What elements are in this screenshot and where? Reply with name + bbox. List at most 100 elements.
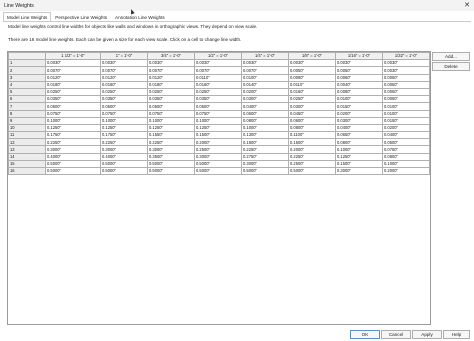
weight-cell[interactable]: 0.0250" <box>288 95 336 104</box>
weight-cell[interactable]: 0.0100" <box>335 95 383 104</box>
weight-cell[interactable]: 0.3000" <box>335 166 383 176</box>
weight-cell[interactable]: 0.2500" <box>194 145 242 154</box>
weight-cell[interactable]: 0.1000" <box>241 123 289 133</box>
weight-cell[interactable]: 0.4000" <box>45 152 101 161</box>
help-button[interactable]: Help <box>443 330 470 339</box>
weight-cell[interactable]: 0.0030" <box>335 59 383 68</box>
weight-cell[interactable]: 0.0120" <box>45 73 101 82</box>
weight-cell[interactable]: 0.5000" <box>241 166 289 176</box>
weight-cell[interactable]: 0.0200" <box>335 109 383 118</box>
weight-cell[interactable]: 0.2000" <box>382 166 430 176</box>
weight-cell[interactable]: 0.0750" <box>100 109 148 118</box>
weight-cell[interactable]: 0.0140" <box>241 80 289 89</box>
weight-cell[interactable]: 0.5000" <box>100 159 148 169</box>
weight-cell[interactable]: 0.0350" <box>194 95 242 104</box>
weight-cell[interactable]: 0.0150" <box>382 116 430 125</box>
weight-cell[interactable]: 0.1500" <box>194 131 242 140</box>
weight-cell[interactable]: 0.1250" <box>147 123 195 133</box>
weight-cell[interactable]: 0.0100" <box>382 102 430 111</box>
weight-cell[interactable]: 0.0070" <box>241 66 289 75</box>
weight-cell[interactable]: 0.0100" <box>241 73 289 82</box>
weight-cell[interactable]: 0.0450" <box>288 109 336 118</box>
weight-cell[interactable]: 0.5000" <box>194 159 242 169</box>
weight-cell[interactable]: 0.3000" <box>100 145 148 154</box>
weight-cell[interactable]: 0.1000" <box>382 159 430 169</box>
weight-cell[interactable]: 0.0050" <box>382 95 430 104</box>
weight-cell[interactable]: 0.0120" <box>147 73 195 82</box>
weight-cell[interactable]: 0.0200" <box>382 123 430 133</box>
weight-cell[interactable]: 0.1550" <box>147 131 195 140</box>
weight-cell[interactable]: 0.0050" <box>382 87 430 97</box>
weight-cell[interactable]: 0.3000" <box>194 152 242 161</box>
weight-cell[interactable]: 0.0800" <box>241 116 289 125</box>
weight-cell[interactable]: 0.0350" <box>45 95 101 104</box>
ok-button[interactable]: OK <box>350 330 380 339</box>
weight-cell[interactable]: 0.0050" <box>288 66 336 75</box>
weight-cell[interactable]: 0.3000" <box>45 145 101 154</box>
weight-cell[interactable]: 0.1000" <box>100 116 148 125</box>
weight-cell[interactable]: 0.0250" <box>100 87 148 97</box>
weight-cell[interactable]: 0.0400" <box>382 131 430 140</box>
weight-cell[interactable]: 0.1000" <box>147 116 195 125</box>
weight-cell[interactable]: 0.0180" <box>147 80 195 89</box>
weight-cell[interactable]: 0.2000" <box>194 138 242 147</box>
weight-cell[interactable]: 0.0120" <box>100 73 148 82</box>
weight-cell[interactable]: 0.0200" <box>241 87 289 97</box>
weight-cell[interactable]: 0.0180" <box>45 80 101 89</box>
weight-cell[interactable]: 0.0500" <box>100 102 148 111</box>
weight-cell[interactable]: 0.3500" <box>147 152 195 161</box>
weight-cell[interactable]: 0.0030" <box>288 59 336 68</box>
weight-cell[interactable]: 0.0300" <box>241 95 289 104</box>
weight-cell[interactable]: 0.0500" <box>147 102 195 111</box>
weight-cell[interactable]: 0.0100" <box>382 109 430 118</box>
weight-cell[interactable]: 0.0500" <box>194 102 242 111</box>
weight-cell[interactable]: 0.0800" <box>288 123 336 133</box>
weight-cell[interactable]: 0.5000" <box>45 159 101 169</box>
weight-cell[interactable]: 0.0800" <box>335 138 383 147</box>
weight-cell[interactable]: 0.0080" <box>335 87 383 97</box>
weight-cell[interactable]: 0.0350" <box>100 95 148 104</box>
weight-cell[interactable]: 0.1250" <box>194 123 242 133</box>
weight-cell[interactable]: 0.0400" <box>335 123 383 133</box>
weight-cell[interactable]: 0.0250" <box>194 87 242 97</box>
weight-cell[interactable]: 0.2000" <box>288 145 336 154</box>
weight-cell[interactable]: 0.1500" <box>288 138 336 147</box>
weight-cell[interactable]: 0.0350" <box>147 95 195 104</box>
weight-cell[interactable]: 0.0070" <box>147 66 195 75</box>
close-icon[interactable]: ✕ <box>464 1 470 10</box>
weight-cell[interactable]: 0.0080" <box>288 73 336 82</box>
weight-cell[interactable]: 0.1800" <box>241 138 289 147</box>
weight-cell[interactable]: 0.2250" <box>100 138 148 147</box>
weight-cell[interactable]: 0.0110" <box>288 80 336 89</box>
weight-cell[interactable]: 0.0180" <box>100 80 148 89</box>
weight-cell[interactable]: 0.3000" <box>147 145 195 154</box>
weight-cell[interactable]: 0.1500" <box>335 159 383 169</box>
weight-cell[interactable]: 0.5000" <box>100 166 148 176</box>
weight-cell[interactable]: 0.0030" <box>194 59 242 68</box>
weight-cell[interactable]: 0.0050" <box>382 80 430 89</box>
weight-cell[interactable]: 0.1300" <box>241 131 289 140</box>
weight-cell[interactable]: 0.0500" <box>382 138 430 147</box>
weight-cell[interactable]: 0.1250" <box>45 123 101 133</box>
weight-cell[interactable]: 0.0150" <box>335 102 383 111</box>
weight-cell[interactable]: 0.0250" <box>147 87 195 97</box>
weight-cell[interactable]: 0.5000" <box>147 166 195 176</box>
weight-cell[interactable]: 0.4000" <box>100 152 148 161</box>
weight-cell[interactable]: 0.0750" <box>194 109 242 118</box>
weight-cell[interactable]: 0.0160" <box>194 80 242 89</box>
weight-cell[interactable]: 0.5000" <box>194 166 242 176</box>
weight-cell[interactable]: 0.0750" <box>382 145 430 154</box>
weight-cell[interactable]: 0.0050" <box>335 66 383 75</box>
weight-cell[interactable]: 0.1250" <box>100 123 148 133</box>
cancel-button[interactable]: Cancel <box>381 330 411 339</box>
weight-cell[interactable]: 0.0070" <box>45 66 101 75</box>
weight-cell[interactable]: 0.0070" <box>194 66 242 75</box>
weight-cell[interactable]: 0.1000" <box>194 116 242 125</box>
weight-cell[interactable]: 0.2500" <box>288 159 336 169</box>
weight-cell[interactable]: 0.2250" <box>288 152 336 161</box>
weight-cell[interactable]: 0.0060" <box>335 73 383 82</box>
weight-cell[interactable]: 0.0030" <box>45 59 101 68</box>
weight-cell[interactable]: 0.0030" <box>382 59 430 68</box>
weight-cell[interactable]: 0.1000" <box>45 116 101 125</box>
weight-cell[interactable]: 0.0030" <box>100 59 148 68</box>
